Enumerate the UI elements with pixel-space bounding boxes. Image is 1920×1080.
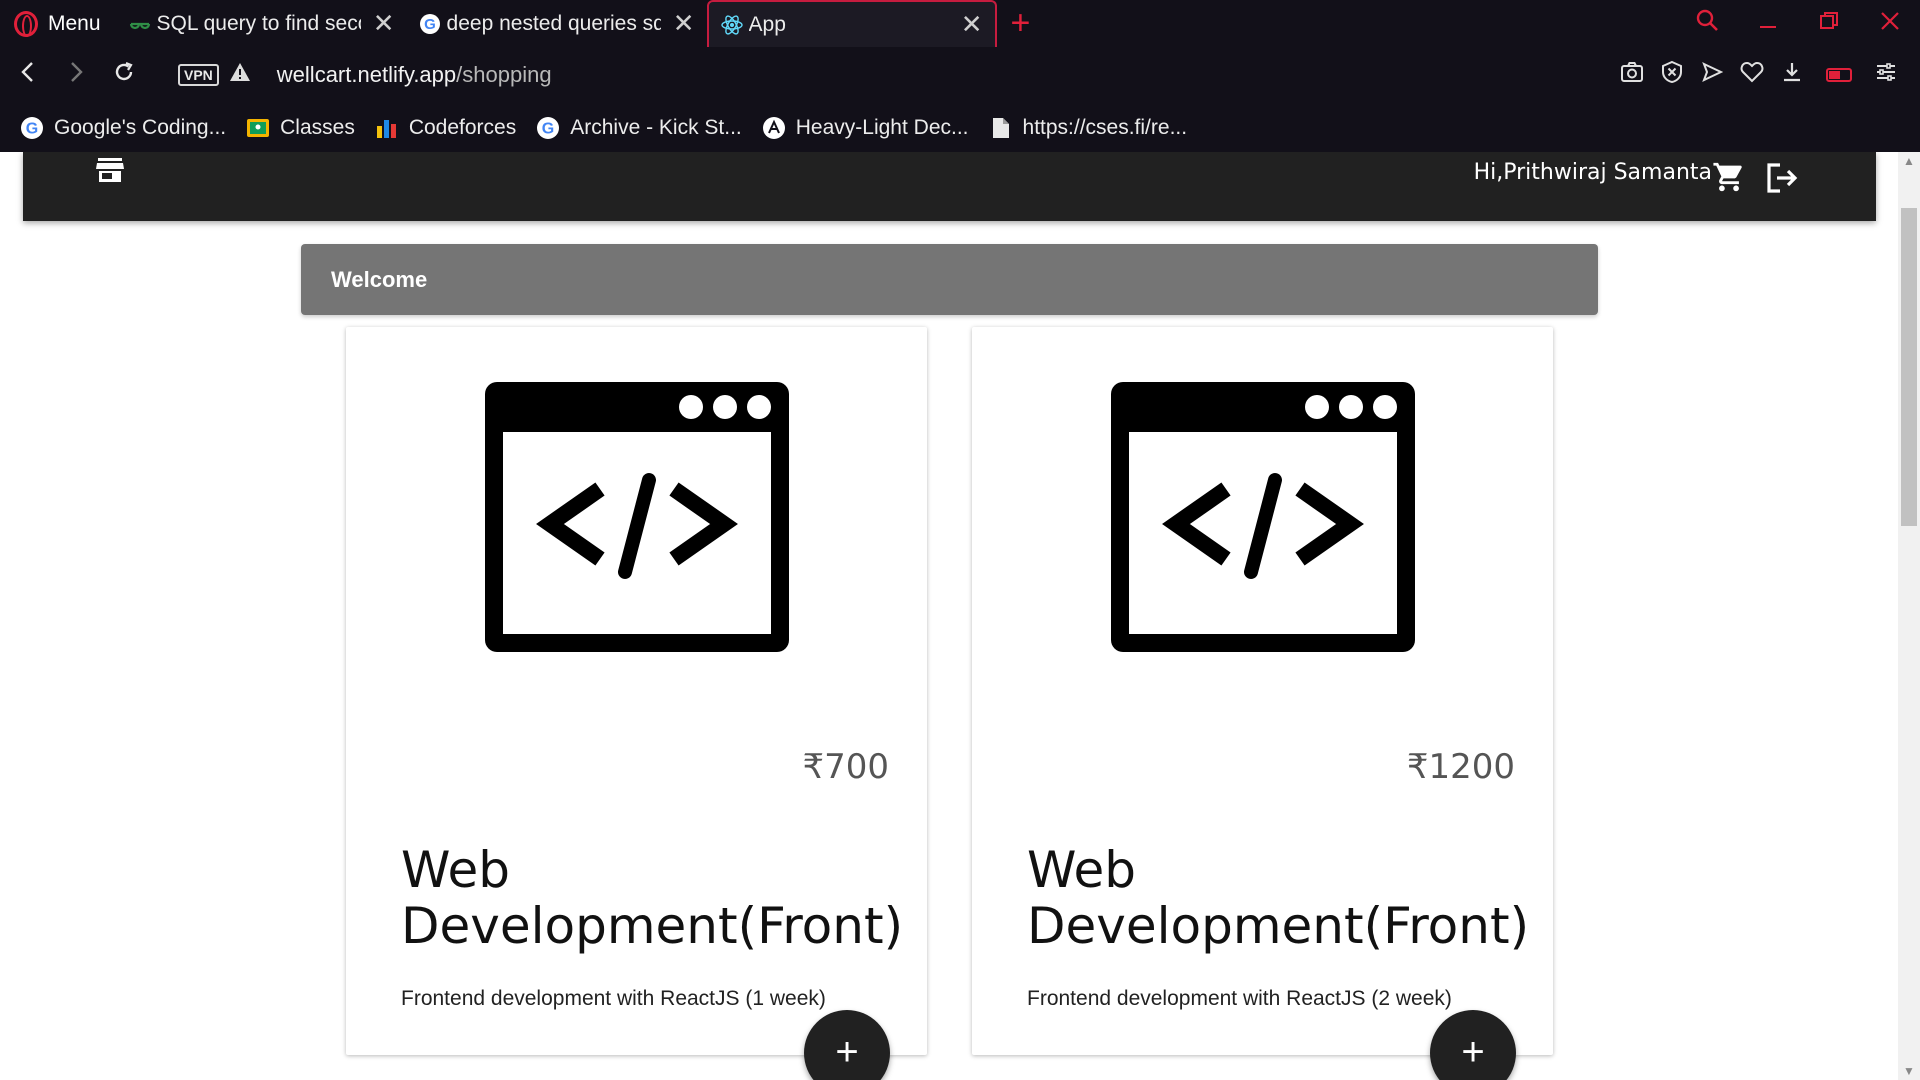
tab-title: SQL query to find seco <box>156 11 361 35</box>
opera-menu-button[interactable]: Menu <box>0 0 117 47</box>
svg-text:G: G <box>542 120 554 137</box>
bookmark-label: Classes <box>280 115 355 139</box>
bookmark-label: Heavy-Light Dec... <box>795 115 969 139</box>
bookmark-classes[interactable]: Classes <box>246 116 355 140</box>
react-icon <box>720 14 743 36</box>
product-card[interactable]: ₹1200 Web Development(Front) Frontend de… <box>972 327 1553 1055</box>
user-greeting: Hi,Prithwiraj Samanta <box>1473 160 1712 185</box>
browser-tab-bar: Menu SQL query to find seco ✕ G deep nes… <box>0 0 1920 47</box>
bookmark-label: Google's Coding... <box>54 115 227 139</box>
shopping-cart-icon[interactable] <box>1712 160 1746 194</box>
store-icon[interactable] <box>95 154 125 184</box>
code-window-icon <box>1111 382 1415 652</box>
product-card[interactable]: ₹700 Web Development(Front) Frontend dev… <box>346 327 927 1055</box>
bookmark-googles-coding[interactable]: G Google's Coding... <box>20 116 226 140</box>
menu-label: Menu <box>48 11 101 35</box>
minimize-icon[interactable] <box>1737 10 1798 38</box>
product-price: ₹700 <box>802 747 889 787</box>
codeforces-icon <box>375 116 399 140</box>
tab-title: deep nested queries sq <box>446 11 661 35</box>
scrollbar-thumb[interactable] <box>1901 208 1917 526</box>
code-window-icon <box>485 382 789 652</box>
tab-sql-query[interactable]: SQL query to find seco ✕ <box>117 0 407 47</box>
close-window-icon[interactable] <box>1859 10 1920 38</box>
send-flow-icon[interactable] <box>1692 61 1732 89</box>
app-header: Hi,Prithwiraj Samanta <box>23 152 1876 221</box>
geeksforgeeks-icon <box>129 13 151 35</box>
bookmark-heavy-light[interactable]: Heavy-Light Dec... <box>762 116 969 140</box>
scroll-down-arrow-icon[interactable]: ▼ <box>1898 1064 1920 1078</box>
browser-toolbar-right <box>1612 47 1906 103</box>
close-tab-icon[interactable]: ✕ <box>673 8 695 39</box>
battery-saver-icon[interactable] <box>1826 68 1852 82</box>
snapshot-camera-icon[interactable] <box>1612 61 1652 89</box>
download-icon[interactable] <box>1772 61 1812 89</box>
opera-logo-icon <box>14 10 38 37</box>
welcome-banner: Welcome <box>301 244 1598 315</box>
reload-icon[interactable] <box>100 59 148 91</box>
classroom-icon <box>246 116 270 140</box>
bookmarks-bar: G Google's Coding... Classes Codeforces … <box>0 103 1920 152</box>
new-tab-plus-icon[interactable]: + <box>1011 4 1031 43</box>
product-description: Frontend development with ReactJS (1 wee… <box>401 987 826 1010</box>
security-warning-icon[interactable] <box>229 62 251 88</box>
vpn-badge[interactable]: VPN <box>178 64 219 86</box>
atcoder-icon <box>762 116 786 140</box>
bookmark-label: Codeforces <box>408 115 517 139</box>
restore-icon[interactable] <box>1798 10 1859 38</box>
tab-app-active[interactable]: App ✕ <box>706 0 997 47</box>
forward-icon[interactable] <box>52 59 100 91</box>
easy-setup-icon[interactable] <box>1866 61 1906 89</box>
page-viewport: Hi,Prithwiraj Samanta Welcome ₹700 Web D… <box>0 152 1920 1080</box>
document-icon <box>989 116 1013 140</box>
page-scrollbar[interactable]: ▲ ▼ <box>1898 152 1920 1080</box>
adblock-shield-icon[interactable] <box>1652 60 1692 90</box>
svg-text:G: G <box>26 120 38 137</box>
product-name: Web Development(Front) <box>1027 841 1530 955</box>
bookmark-archive-kick-start[interactable]: G Archive - Kick St... <box>536 116 742 140</box>
product-price: ₹1200 <box>1406 747 1515 787</box>
close-tab-icon[interactable]: ✕ <box>961 9 983 40</box>
logout-icon[interactable] <box>1764 160 1800 196</box>
close-tab-icon[interactable]: ✕ <box>373 8 395 39</box>
search-tabs-icon[interactable] <box>1676 8 1737 39</box>
bookmark-label: https://cses.fi/re... <box>1022 115 1188 139</box>
tab-deep-nested-queries[interactable]: G deep nested queries sq ✕ <box>407 0 707 47</box>
bookmark-label: Archive - Kick St... <box>570 115 742 139</box>
url-field[interactable]: wellcart.netlify.app/shopping <box>277 62 552 88</box>
back-icon[interactable] <box>4 59 52 91</box>
google-icon: G <box>536 116 560 140</box>
product-name: Web Development(Front) <box>401 841 904 955</box>
scroll-up-arrow-icon[interactable]: ▲ <box>1898 154 1920 168</box>
google-icon: G <box>419 13 441 35</box>
svg-text:G: G <box>424 16 436 33</box>
google-icon: G <box>20 116 44 140</box>
bookmark-cses[interactable]: https://cses.fi/re... <box>989 115 1188 140</box>
window-controls <box>1676 0 1920 47</box>
tab-title: App <box>748 12 786 36</box>
address-bar: VPN wellcart.netlify.app/shopping <box>0 47 1920 103</box>
bookmark-codeforces[interactable]: Codeforces <box>375 116 516 140</box>
product-description: Frontend development with ReactJS (2 wee… <box>1027 987 1452 1010</box>
heart-icon[interactable] <box>1732 61 1772 89</box>
